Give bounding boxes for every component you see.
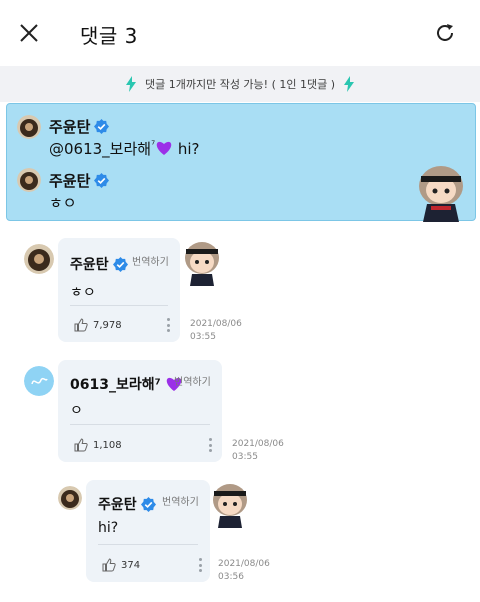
avatar[interactable] xyxy=(58,486,82,510)
like-button[interactable]: 1,108 xyxy=(74,438,122,452)
divider xyxy=(70,424,210,425)
timestamp: 2021/08/06 03:55 xyxy=(232,439,284,462)
divider xyxy=(98,544,198,545)
comment-card: 0613_보라해⁷ 번역하기 ㅇ 1,108 xyxy=(58,360,222,462)
like-count: 374 xyxy=(121,559,141,571)
timestamp: 2021/08/06 03:56 xyxy=(218,559,270,582)
comment-text: @0613_보라해⁷ hi? xyxy=(49,140,200,158)
verified-icon xyxy=(112,256,128,272)
thumbs-up-icon xyxy=(74,438,88,452)
author-name[interactable]: 주윤탄 xyxy=(49,116,110,137)
more-options-icon[interactable] xyxy=(199,558,203,572)
avatar[interactable] xyxy=(17,115,41,139)
timestamp: 2021/08/06 03:55 xyxy=(190,319,242,342)
comment-text: ㅎㅇ xyxy=(70,285,96,301)
like-count: 7,978 xyxy=(93,319,122,331)
author-name[interactable]: 주윤탄 xyxy=(70,254,128,274)
comment-card: 주윤탄 번역하기 ㅎㅇ 7,978 xyxy=(58,238,180,342)
verified-icon xyxy=(94,119,110,134)
comment-text: ㅎㅇ xyxy=(49,194,77,212)
more-options-icon[interactable] xyxy=(167,318,171,332)
comment-text: ㅇ xyxy=(70,403,83,419)
like-button[interactable]: 7,978 xyxy=(74,318,122,332)
page-title: 댓글 3 xyxy=(80,24,138,48)
comment-text: hi? xyxy=(98,520,119,536)
comment-card: 주윤탄 번역하기 hi? 374 xyxy=(86,480,210,582)
character-sticker-icon xyxy=(185,242,219,286)
header-bar: 댓글 3 xyxy=(0,0,480,66)
close-button[interactable] xyxy=(14,18,44,48)
author-name[interactable]: 주윤탄 xyxy=(49,170,110,191)
translate-button[interactable]: 번역하기 xyxy=(162,493,199,508)
verified-icon xyxy=(94,173,110,188)
like-button[interactable]: 374 xyxy=(102,558,140,572)
lightning-icon xyxy=(125,76,136,92)
close-icon xyxy=(20,24,38,42)
thumbs-up-icon xyxy=(74,318,88,332)
author-name[interactable]: 0613_보라해⁷ xyxy=(70,374,183,394)
translate-button[interactable]: 번역하기 xyxy=(132,253,169,268)
avatar[interactable] xyxy=(24,244,54,274)
comment-limit-notice: 댓글 1개까지만 작성 가능! ( 1인 1댓글 ) xyxy=(0,66,480,102)
purple-heart-icon xyxy=(156,141,172,155)
notice-text: 댓글 1개까지만 작성 가능! ( 1인 1댓글 ) xyxy=(144,78,336,91)
character-sticker-icon xyxy=(419,166,463,222)
character-sticker-icon xyxy=(213,484,247,528)
divider xyxy=(70,305,168,306)
lightning-icon xyxy=(344,76,355,92)
avatar[interactable] xyxy=(24,366,54,396)
pinned-comments[interactable]: 주윤탄 @0613_보라해⁷ hi? 주윤탄 ㅎㅇ xyxy=(6,103,476,222)
translate-button[interactable]: 번역하기 xyxy=(174,373,211,388)
more-options-icon[interactable] xyxy=(209,438,213,452)
refresh-icon xyxy=(437,24,453,41)
refresh-button[interactable] xyxy=(430,18,460,48)
author-name[interactable]: 주윤탄 xyxy=(98,494,156,514)
thumbs-up-icon xyxy=(102,558,116,572)
like-count: 1,108 xyxy=(93,439,122,451)
avatar[interactable] xyxy=(17,168,41,192)
verified-icon xyxy=(140,496,156,512)
